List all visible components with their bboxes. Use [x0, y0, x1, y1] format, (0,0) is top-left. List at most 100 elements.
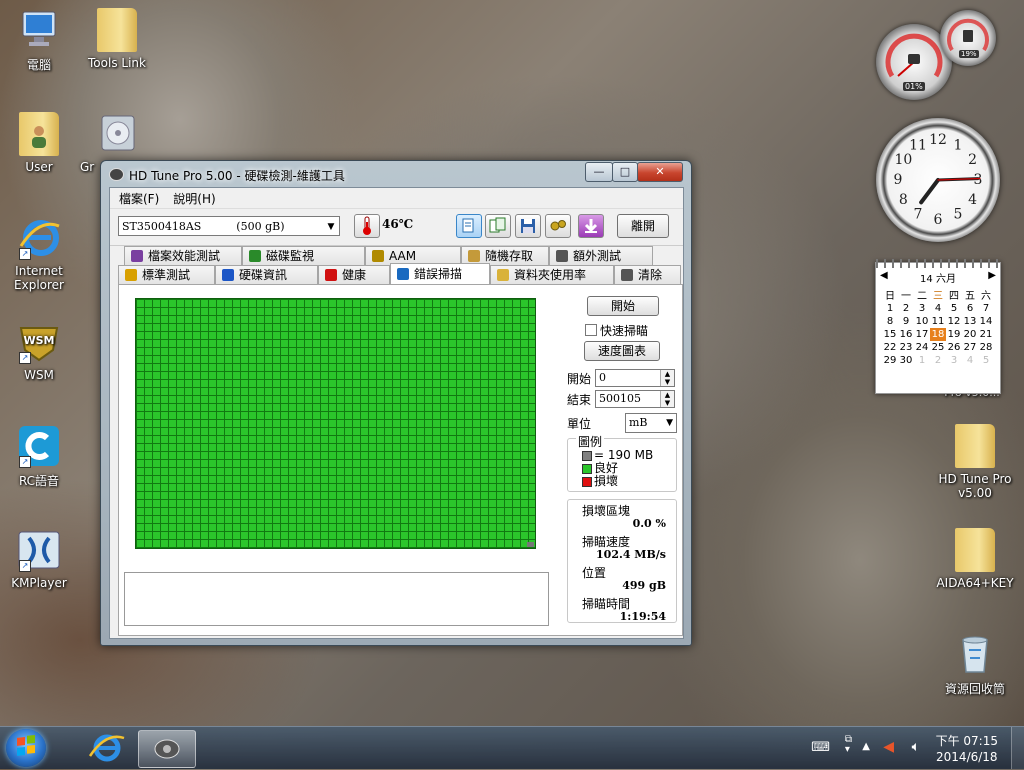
desktop-icon-user[interactable]: User: [0, 112, 78, 174]
calendar-day[interactable]: 2: [930, 354, 946, 367]
save-icon[interactable]: [515, 214, 541, 238]
tab-error-scan[interactable]: 錯誤掃描: [390, 263, 490, 284]
download-icon[interactable]: [578, 214, 604, 238]
quick-scan-checkbox[interactable]: 快速掃瞄: [585, 322, 648, 339]
calendar-day[interactable]: 4: [962, 354, 978, 367]
maximize-button[interactable]: □: [612, 162, 638, 182]
calendar-day[interactable]: 26: [946, 341, 962, 354]
calendar-day[interactable]: 14: [978, 315, 994, 328]
desktop-icon-tools-link[interactable]: Tools Link: [78, 8, 156, 70]
close-button[interactable]: ✕: [637, 162, 683, 182]
calendar-day[interactable]: 23: [898, 341, 914, 354]
calendar-day[interactable]: 15: [882, 328, 898, 341]
start-button[interactable]: [6, 729, 46, 767]
end-value-input[interactable]: 500105 ▲ ▼: [595, 390, 675, 408]
tab-health-cross[interactable]: 健康: [318, 265, 390, 284]
tab-benchmark[interactable]: 標準測試: [118, 265, 215, 284]
desktop-icon-rc-voice[interactable]: ↗ RC語音: [0, 424, 78, 489]
start-value-input[interactable]: 0 ▲ ▼: [595, 369, 675, 387]
end-value: 500105: [599, 392, 641, 405]
legend-text: 損壞: [594, 474, 619, 488]
show-desktop-button[interactable]: [1011, 727, 1024, 769]
menu-file[interactable]: 檔案(F): [114, 188, 164, 208]
calendar-header: ◀ 14 六月 ▶: [876, 268, 1000, 287]
memory-meter-gadget[interactable]: 19%: [940, 10, 996, 66]
calendar-day[interactable]: 3: [914, 302, 930, 315]
taskbar-ie-button[interactable]: [78, 730, 134, 766]
start-scan-button[interactable]: 開始: [587, 296, 659, 316]
chevron-down-icon[interactable]: ▼: [323, 217, 339, 235]
scan-log-area[interactable]: [124, 572, 549, 626]
title-bar[interactable]: HD Tune Pro 5.00 - 硬碟檢測-維護工具 — □ ✕: [101, 161, 691, 187]
calendar-day[interactable]: 27: [962, 341, 978, 354]
calendar-day[interactable]: 25: [930, 341, 946, 354]
tab-extra-tests[interactable]: 額外測試: [549, 246, 653, 265]
calendar-day[interactable]: 5: [946, 302, 962, 315]
calendar-day[interactable]: 1: [914, 354, 930, 367]
calendar-day[interactable]: 9: [898, 315, 914, 328]
network-icon[interactable]: ◀: [883, 739, 894, 755]
calendar-day[interactable]: 6: [962, 302, 978, 315]
window-client: 檔案(F) 說明(H) ST3500418AS (500 gB) ▼ 46℃ 離…: [109, 187, 684, 639]
tab-file-benchmark[interactable]: 檔案效能測試: [124, 246, 242, 265]
tab-disk-monitor[interactable]: 磁碟監視: [242, 246, 365, 265]
calendar-day[interactable]: 30: [898, 354, 914, 367]
calendar-day[interactable]: 17: [914, 328, 930, 341]
calendar-day[interactable]: 11: [930, 315, 946, 328]
minimize-button[interactable]: —: [585, 162, 613, 182]
desktop-icon-recycle-bin[interactable]: 資源回收筒: [934, 632, 1016, 697]
calendar-prev-arrow[interactable]: ◀: [876, 270, 888, 281]
taskbar-hdtune-button[interactable]: [138, 730, 196, 768]
desktop-icon-computer[interactable]: 電腦: [0, 8, 78, 73]
calendar-day[interactable]: 8: [882, 315, 898, 328]
spin-arrows-icon[interactable]: ▲ ▼: [660, 370, 674, 386]
calendar-day[interactable]: 16: [898, 328, 914, 341]
calendar-day[interactable]: 29: [882, 354, 898, 367]
calendar-day[interactable]: 2: [898, 302, 914, 315]
checkbox-box[interactable]: [585, 324, 597, 336]
unit-select[interactable]: mB ▼: [625, 413, 677, 433]
desktop-icon-wsm[interactable]: WSM ↗ WSM: [0, 320, 78, 382]
calendar-next-arrow[interactable]: ▶: [988, 270, 1000, 281]
settings-icon[interactable]: [545, 214, 571, 238]
exit-button[interactable]: 離開: [617, 214, 669, 238]
desktop-icon-aida64[interactable]: AIDA64+KEY: [934, 528, 1016, 590]
taskbar-clock[interactable]: 下午 07:15 2014/6/18: [936, 733, 998, 765]
calendar-day[interactable]: 5: [978, 354, 994, 367]
calendar-day[interactable]: 20: [962, 328, 978, 341]
keyboard-icon[interactable]: ⌨: [811, 740, 830, 755]
calendar-day[interactable]: 13: [962, 315, 978, 328]
ie-icon: [88, 734, 125, 762]
show-hidden-icons-icon[interactable]: ▲: [862, 741, 870, 752]
tab-info[interactable]: 硬碟資訊: [215, 265, 318, 284]
drive-select[interactable]: ST3500418AS (500 gB) ▼: [118, 216, 340, 236]
calendar-day[interactable]: 21: [978, 328, 994, 341]
calendar-day[interactable]: 18: [930, 328, 946, 341]
desktop-icon-kmplayer[interactable]: ↗ KMPlayer: [0, 528, 78, 590]
calendar-day[interactable]: 24: [914, 341, 930, 354]
calendar-day[interactable]: 22: [882, 341, 898, 354]
calendar-day[interactable]: 4: [930, 302, 946, 315]
calendar-day[interactable]: 7: [978, 302, 994, 315]
menu-help[interactable]: 說明(H): [168, 188, 220, 208]
copy-info-button[interactable]: [456, 214, 482, 238]
language-icon[interactable]: ⧉ ▾: [845, 735, 852, 755]
calendar-day[interactable]: 1: [882, 302, 898, 315]
calendar-day[interactable]: 10: [914, 315, 930, 328]
tab-folder-usage[interactable]: 資料夾使用率: [490, 265, 614, 284]
desktop-icon-hdtune-folder[interactable]: HD Tune Pro v5.00: [934, 424, 1016, 500]
calendar-day[interactable]: 19: [946, 328, 962, 341]
clock-gadget[interactable]: 121234567891011: [876, 118, 1000, 242]
volume-icon[interactable]: 🔈︎: [912, 739, 920, 755]
hdtune-window[interactable]: HD Tune Pro 5.00 - 硬碟檢測-維護工具 — □ ✕ 檔案(F)…: [100, 160, 692, 646]
tab-erase[interactable]: 清除: [614, 265, 681, 284]
calendar-gadget[interactable]: ◀ 14 六月 ▶ 日一二三四五六 1 2 3 4 5 6 7 8 9 10 11 12 13 14 15 1…: [875, 259, 1001, 394]
chevron-down-icon[interactable]: ▼: [666, 414, 673, 432]
desktop-icon-internet-explorer[interactable]: ↗ Internet Explorer: [0, 216, 78, 292]
copy-all-button[interactable]: [485, 214, 511, 238]
calendar-day[interactable]: 12: [946, 315, 962, 328]
calendar-day[interactable]: 28: [978, 341, 994, 354]
calendar-day[interactable]: 3: [946, 354, 962, 367]
spin-arrows-icon[interactable]: ▲ ▼: [660, 391, 674, 407]
speed-map-button[interactable]: 速度圖表: [584, 341, 660, 361]
